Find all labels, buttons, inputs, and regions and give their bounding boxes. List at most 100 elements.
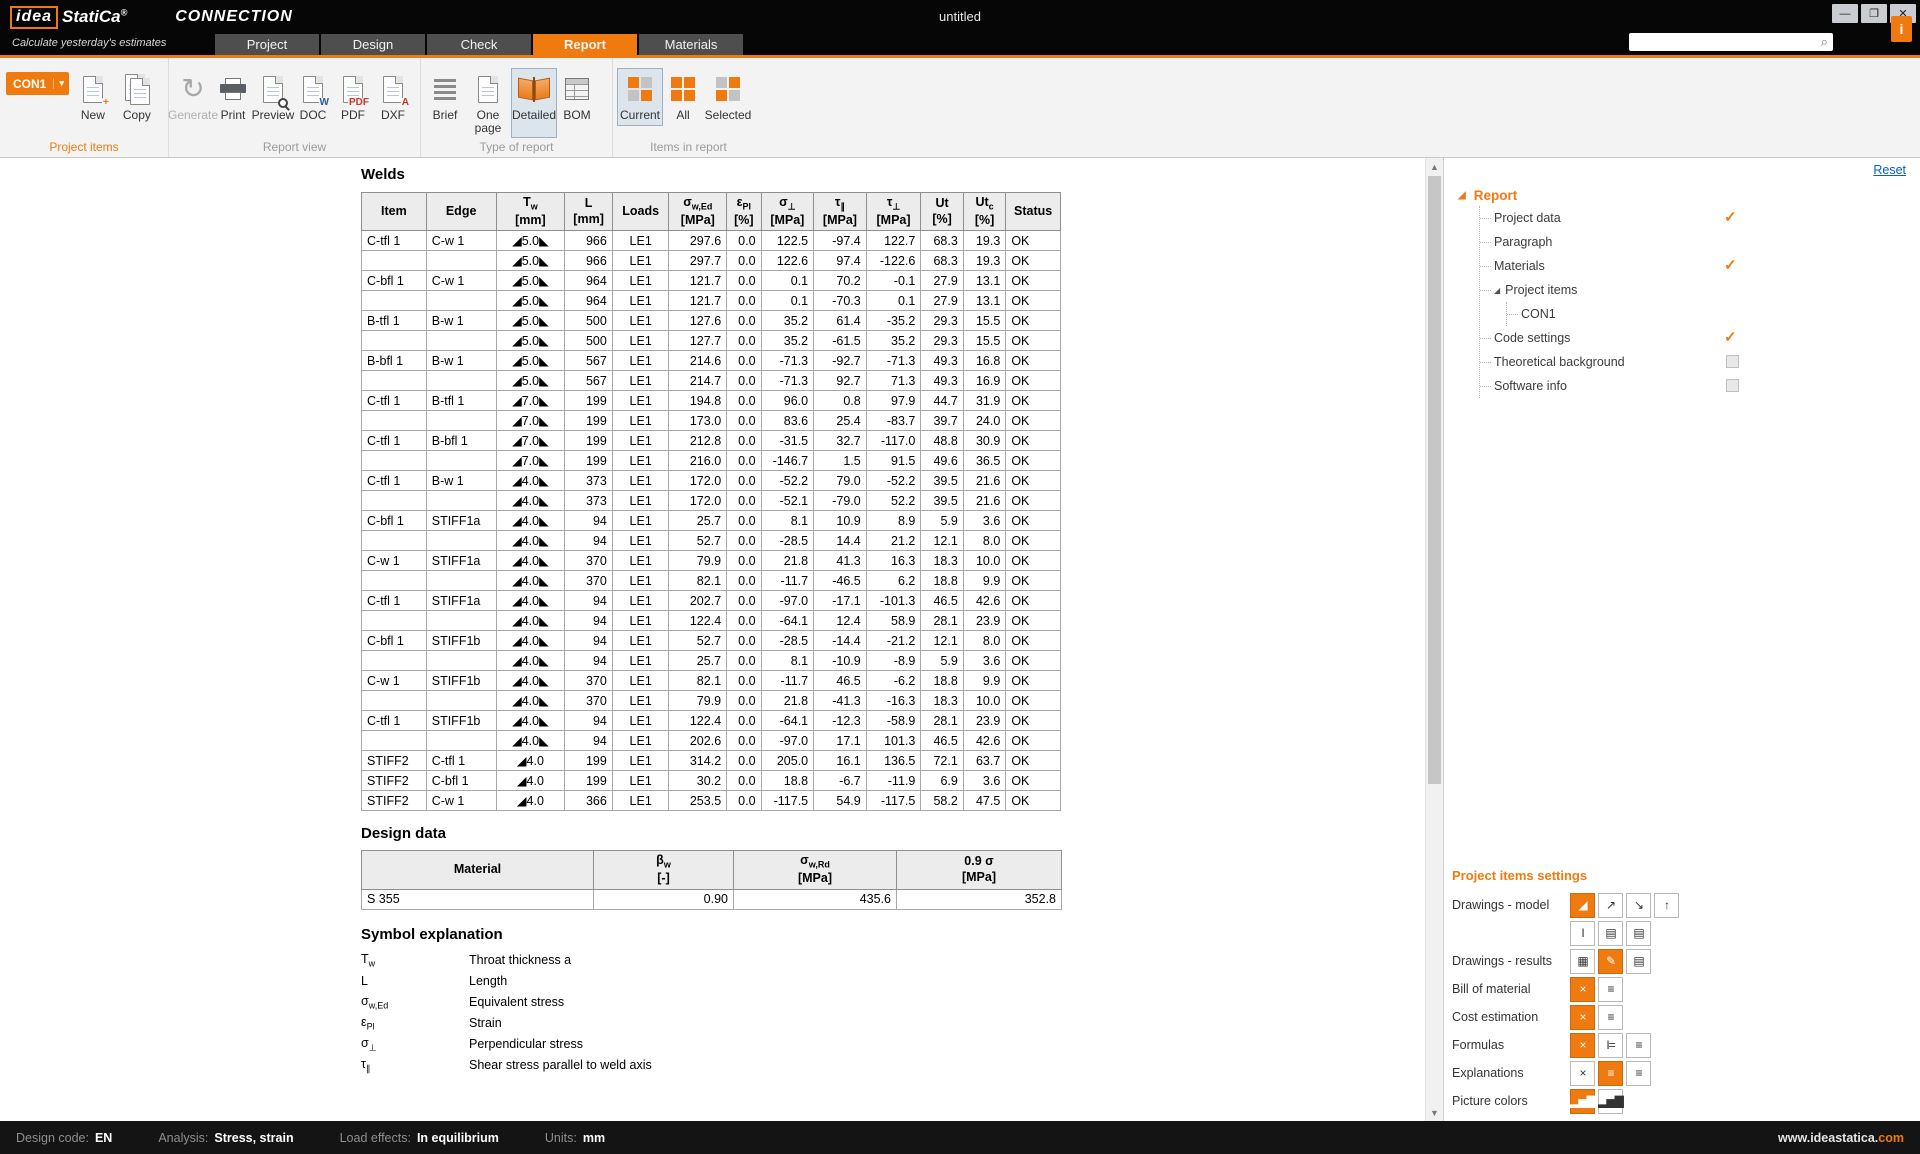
- list-icon[interactable]: ≡: [1626, 1033, 1651, 1058]
- chevron-down-icon[interactable]: ▾: [53, 78, 69, 89]
- list-icon[interactable]: ≡: [1598, 977, 1623, 1002]
- table-cell: OK: [1006, 331, 1061, 351]
- doc-export-button[interactable]: W DOC: [293, 68, 333, 126]
- axes-front-icon[interactable]: ↗: [1598, 893, 1623, 918]
- search-input[interactable]: [1634, 34, 1821, 50]
- table-cell: 199: [565, 431, 613, 451]
- tree-root-report[interactable]: ◢ Report: [1458, 188, 1920, 203]
- tree-item-project-data[interactable]: Project data✓: [1480, 206, 1920, 230]
- reset-link[interactable]: Reset: [1873, 163, 1906, 177]
- item-name-icon[interactable]: I: [1570, 921, 1595, 946]
- table-cell: OK: [1006, 311, 1061, 331]
- none-icon[interactable]: ×: [1570, 1061, 1595, 1086]
- checkbox-empty[interactable]: [1726, 355, 1739, 368]
- table-cell: 0.1: [866, 291, 921, 311]
- table-cell: 30.9: [963, 431, 1005, 451]
- checkmark-icon[interactable]: ✓: [1724, 328, 1737, 346]
- detailed-button[interactable]: Detailed: [511, 68, 557, 138]
- tab-materials[interactable]: Materials: [639, 34, 743, 55]
- table-cell: 18.3: [921, 551, 963, 571]
- search-icon[interactable]: ⌕: [1821, 34, 1828, 50]
- brief-button[interactable]: Brief: [425, 68, 465, 138]
- list-compact-icon[interactable]: ≡: [1598, 1061, 1623, 1086]
- copy-button[interactable]: Copy: [117, 68, 157, 126]
- expander-icon[interactable]: ◢: [1458, 190, 1466, 201]
- formula-icon[interactable]: I=: [1598, 1033, 1623, 1058]
- mesh-icon[interactable]: ▦: [1570, 949, 1595, 974]
- checkmark-icon[interactable]: ✓: [1724, 256, 1737, 274]
- tree-item-paragraph[interactable]: Paragraph: [1480, 230, 1920, 254]
- tree-item-software-info[interactable]: Software info: [1480, 374, 1920, 398]
- dxf-export-button[interactable]: A DXF: [373, 68, 413, 126]
- scroll-up-icon[interactable]: ▲: [1426, 158, 1443, 175]
- none-icon[interactable]: ×: [1570, 1005, 1595, 1030]
- table-cell: [362, 451, 427, 471]
- weld-drawing-icon[interactable]: ◢: [1570, 893, 1595, 918]
- tab-check[interactable]: Check: [427, 34, 531, 55]
- scroll-down-icon[interactable]: ▼: [1426, 1104, 1443, 1121]
- tab-design[interactable]: Design: [321, 34, 425, 55]
- selected-button[interactable]: Selected: [703, 68, 753, 126]
- table-cell: STIFF1b: [426, 671, 496, 691]
- table-cell: [362, 571, 427, 591]
- tree-item-code-settings[interactable]: Code settings✓: [1480, 326, 1920, 350]
- table-cell: 18.3: [921, 691, 963, 711]
- table-cell: LE1: [612, 351, 669, 371]
- table-cell: [426, 411, 496, 431]
- table-cell: [426, 251, 496, 271]
- ribbon-group-report-view: ↻ Generate Print Preview W DOC PDF P: [168, 58, 420, 157]
- vertical-scrollbar[interactable]: ▲ ▼: [1425, 158, 1443, 1121]
- picture-icon[interactable]: ▤: [1626, 949, 1651, 974]
- axes-3d-icon[interactable]: ↘: [1626, 893, 1651, 918]
- tree-item-theoretical-background[interactable]: Theoretical background: [1480, 350, 1920, 374]
- table-cell: 500: [565, 311, 613, 331]
- colors-on-icon[interactable]: ▂▅▇: [1570, 1089, 1595, 1114]
- table-cell: OK: [1006, 531, 1061, 551]
- checkmark-icon[interactable]: ✓: [1724, 208, 1737, 226]
- all-button[interactable]: All: [663, 68, 703, 126]
- edit-results-icon[interactable]: ✎: [1598, 949, 1623, 974]
- table-cell: 0.0: [727, 411, 761, 431]
- scrollbar-thumb[interactable]: [1428, 176, 1441, 784]
- table-cell: 0.1: [761, 271, 814, 291]
- table-row: C-w 1STIFF1a◢4.0◣370LE179.90.021.841.316…: [362, 551, 1061, 571]
- con1-dropdown[interactable]: CON1 ▾: [6, 72, 69, 95]
- checkbox-empty[interactable]: [1726, 379, 1739, 392]
- list-icon[interactable]: ≡: [1626, 1061, 1651, 1086]
- table-cell: 172.0: [669, 491, 727, 511]
- picture-icon[interactable]: ▤: [1598, 921, 1623, 946]
- preview-button[interactable]: Preview: [253, 68, 293, 126]
- license-info-button[interactable]: i: [1891, 16, 1912, 42]
- bom-button[interactable]: BOM: [557, 68, 597, 138]
- list-icon[interactable]: ≡: [1598, 1005, 1623, 1030]
- maximize-icon[interactable]: ❐: [1861, 4, 1887, 23]
- tree-item-con1[interactable]: CON1: [1507, 302, 1920, 326]
- picture-alt-icon[interactable]: ▤: [1626, 921, 1651, 946]
- colors-off-icon[interactable]: ▂▅▇: [1598, 1089, 1623, 1114]
- one-page-button[interactable]: One page: [465, 68, 511, 138]
- status-label: Load effects:: [340, 1131, 411, 1145]
- status-item-units: Units:mm: [545, 1131, 605, 1145]
- print-button[interactable]: Print: [213, 68, 253, 126]
- generate-button[interactable]: ↻ Generate: [173, 68, 213, 126]
- minimize-icon[interactable]: —: [1832, 4, 1858, 23]
- tree-item-materials[interactable]: Materials✓: [1480, 254, 1920, 278]
- pdf-export-button[interactable]: PDF PDF: [333, 68, 373, 126]
- column-header: βw[-]: [594, 851, 734, 889]
- none-icon[interactable]: ×: [1570, 1033, 1595, 1058]
- tree-item-label: CON1: [1521, 307, 1556, 321]
- table-cell: 14.4: [814, 531, 867, 551]
- table-cell: LE1: [612, 391, 669, 411]
- axes-z-icon[interactable]: ↑: [1654, 893, 1679, 918]
- preview-icon: [263, 72, 283, 106]
- tab-report[interactable]: Report: [533, 34, 637, 55]
- new-button[interactable]: + New: [73, 68, 113, 126]
- table-cell: -52.1: [761, 491, 814, 511]
- tree-item-project-items[interactable]: ◢Project items: [1480, 278, 1920, 302]
- current-button[interactable]: Current: [617, 68, 663, 126]
- none-icon[interactable]: ×: [1570, 977, 1595, 1002]
- expander-icon[interactable]: ◢: [1494, 286, 1500, 295]
- website-link[interactable]: www.ideastatica.com: [1778, 1131, 1904, 1145]
- tab-project[interactable]: Project: [215, 34, 319, 55]
- table-cell: LE1: [612, 311, 669, 331]
